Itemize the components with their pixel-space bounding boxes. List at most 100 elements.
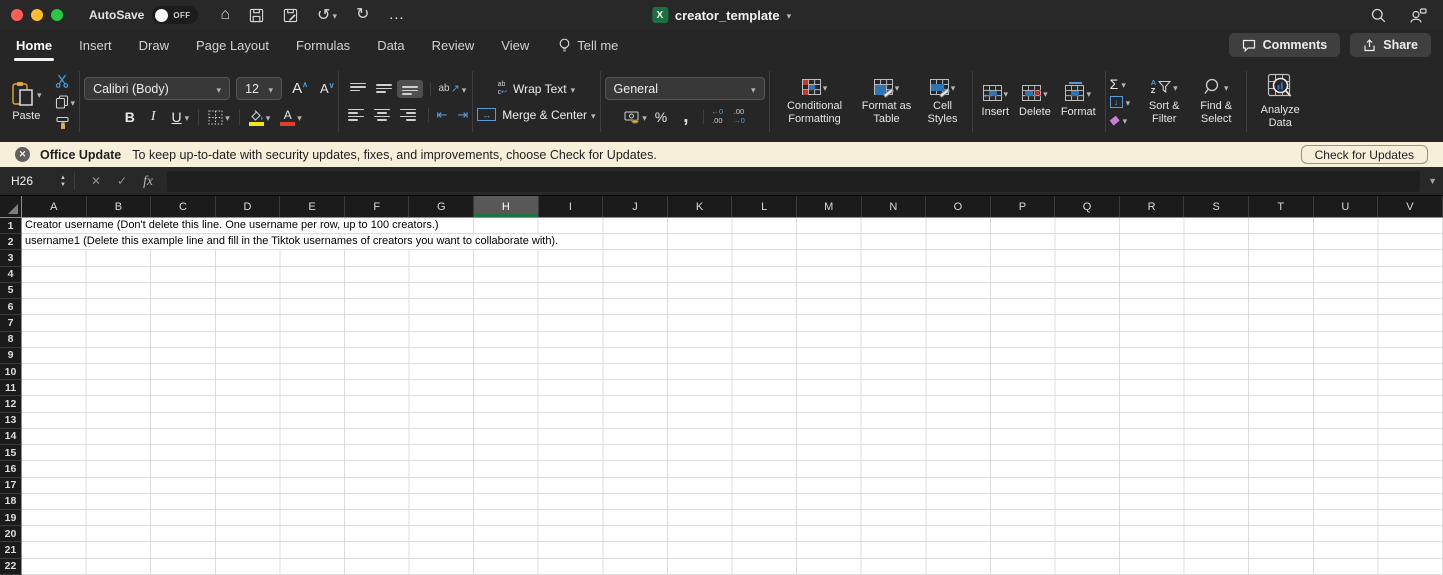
percent-style-button[interactable]: % [655,109,667,125]
column-header-N[interactable]: N [862,196,927,217]
underline-button[interactable]: U [172,109,182,125]
more-commands-icon[interactable]: … [388,7,404,23]
fill-color-button[interactable] [249,108,271,126]
row-header-11[interactable]: 11 [0,380,22,396]
zoom-button[interactable] [51,9,63,21]
row-cells[interactable] [22,380,1443,396]
tab-view[interactable]: View [501,30,529,61]
column-header-C[interactable]: C [151,196,216,217]
close-button[interactable] [11,9,23,21]
tab-home[interactable]: Home [16,30,52,61]
row-cells[interactable] [22,396,1443,412]
comma-style-button[interactable]: , [683,111,688,122]
column-header-L[interactable]: L [732,196,797,217]
save-as-icon[interactable] [283,8,298,23]
autosum-button[interactable]: Σ [1110,77,1131,91]
check-for-updates-button[interactable]: Check for Updates [1301,145,1428,164]
row-cells[interactable] [22,332,1443,348]
format-painter-button[interactable] [55,115,76,130]
copy-button[interactable] [55,94,76,109]
row-cells[interactable] [22,250,1443,266]
row-header-8[interactable]: 8 [0,332,22,348]
orientation-button[interactable]: ab ↗ [438,80,466,98]
row-header-13[interactable]: 13 [0,413,22,429]
align-center-button[interactable] [369,106,395,124]
format-as-table-button[interactable]: Format as Table [856,78,918,125]
chevron-down-icon[interactable] [185,108,190,126]
borders-button[interactable] [208,108,230,126]
comments-button[interactable]: Comments [1229,33,1341,57]
row-cells[interactable]: Creator username (Don't delete this line… [22,218,1443,234]
row-cells[interactable]: username1 (Delete this example line and … [22,234,1443,250]
column-header-F[interactable]: F [345,196,410,217]
tell-me[interactable]: Tell me [558,30,618,61]
column-header-S[interactable]: S [1184,196,1249,217]
column-header-K[interactable]: K [668,196,733,217]
align-left-button[interactable] [343,106,369,124]
redo-icon[interactable]: ↻ [356,7,369,23]
format-cells-button[interactable]: Format [1056,84,1101,119]
row-cells[interactable] [22,461,1443,477]
fill-button[interactable]: ↓ [1110,95,1131,109]
row-header-18[interactable]: 18 [0,494,22,510]
find-select-button[interactable]: Find & Select [1190,78,1242,125]
column-header-D[interactable]: D [216,196,281,217]
row-header-2[interactable]: 2 [0,234,22,250]
sort-filter-button[interactable]: A Z Sort & Filter [1138,78,1190,125]
column-header-J[interactable]: J [603,196,668,217]
row-header-14[interactable]: 14 [0,429,22,445]
row-header-15[interactable]: 15 [0,445,22,461]
row-cells[interactable] [22,364,1443,380]
decrease-font-size-button[interactable]: A ∨ [320,82,335,95]
row-header-22[interactable]: 22 [0,559,22,575]
row-header-19[interactable]: 19 [0,510,22,526]
cut-button[interactable] [55,73,76,88]
font-name-select[interactable]: Calibri (Body) [84,77,230,100]
column-header-R[interactable]: R [1120,196,1185,217]
paste-button[interactable]: Paste [4,81,49,123]
cell-styles-button[interactable]: Cell Styles [918,78,968,125]
column-header-V[interactable]: V [1378,196,1443,217]
tab-review[interactable]: Review [432,30,475,61]
row-cells[interactable] [22,494,1443,510]
select-all-button[interactable] [0,196,22,217]
row-header-1[interactable]: 1 [0,218,22,234]
decrease-decimal-button[interactable]: .00 →0 [733,108,745,125]
column-header-O[interactable]: O [926,196,991,217]
cancel-icon[interactable]: ✕ [91,174,101,188]
column-header-U[interactable]: U [1314,196,1379,217]
row-cells[interactable] [22,267,1443,283]
expand-formula-bar-icon[interactable]: ▼ [1428,176,1437,186]
chevron-down-icon[interactable] [332,6,337,24]
row-cells[interactable] [22,559,1443,575]
increase-decimal-button[interactable]: ←0 .00 [711,108,723,125]
column-header-B[interactable]: B [87,196,152,217]
minimize-button[interactable] [31,9,43,21]
row-header-12[interactable]: 12 [0,396,22,412]
autosave-toggle[interactable]: OFF [152,6,198,24]
row-header-16[interactable]: 16 [0,461,22,477]
row-header-20[interactable]: 20 [0,526,22,542]
row-header-4[interactable]: 4 [0,267,22,283]
column-header-H[interactable]: H [474,196,539,217]
column-header-M[interactable]: M [797,196,862,217]
home-icon[interactable]: ⌂ [220,7,230,23]
enter-icon[interactable]: ✓ [117,174,127,188]
row-header-10[interactable]: 10 [0,364,22,380]
wrap-text-button[interactable]: ab c↩ Wrap Text [498,80,575,98]
insert-function-icon[interactable]: fx [143,173,153,189]
align-right-button[interactable] [395,106,421,124]
row-header-5[interactable]: 5 [0,283,22,299]
row-header-3[interactable]: 3 [0,250,22,266]
save-icon[interactable] [249,8,264,23]
share-button[interactable]: Share [1350,33,1431,57]
italic-button[interactable]: I [151,109,156,125]
merge-center-button[interactable]: ↔ Merge & Center [477,106,595,124]
analyze-data-button[interactable]: Analyze Data [1251,73,1309,129]
clear-button[interactable]: ◆ [1110,113,1131,127]
column-header-E[interactable]: E [280,196,345,217]
tab-formulas[interactable]: Formulas [296,30,350,61]
row-cells[interactable] [22,348,1443,364]
delete-cells-button[interactable]: ✕ Delete [1014,84,1056,119]
share-presence-icon[interactable] [1410,8,1427,23]
